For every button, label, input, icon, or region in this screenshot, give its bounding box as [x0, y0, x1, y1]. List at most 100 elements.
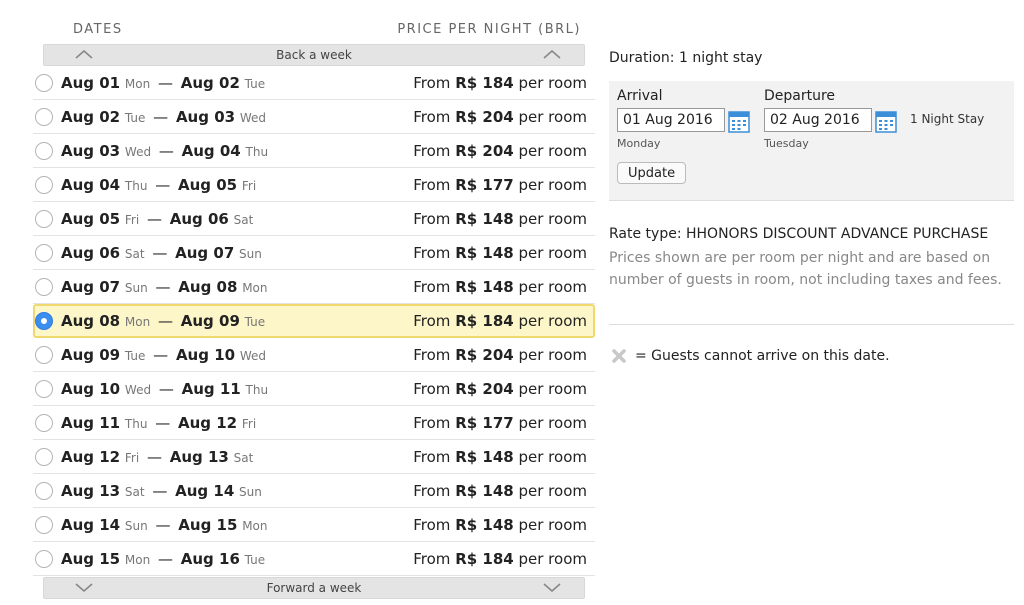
date-option-row[interactable]: Aug 08 Mon — Aug 09 Tue From R$ 184 per r… — [33, 304, 595, 338]
price-amount: R$ 184 — [455, 550, 514, 568]
price-amount: R$ 148 — [455, 516, 514, 534]
date-range: Aug 05 Fri — Aug 06 Sat — [61, 210, 253, 228]
check-out-weekday: Wed — [239, 349, 267, 363]
price-unit: per room — [518, 380, 588, 398]
range-dash: — — [153, 74, 178, 92]
radio-button[interactable] — [35, 244, 53, 262]
forward-a-week-button[interactable]: Forward a week — [43, 577, 585, 599]
price-unit: per room — [518, 108, 588, 126]
price-amount: R$ 148 — [455, 448, 514, 466]
date-option-row[interactable]: Aug 05 Fri — Aug 06 Sat From R$ 148 per r… — [33, 202, 595, 236]
radio-button[interactable] — [35, 516, 53, 534]
radio-button[interactable] — [35, 210, 53, 228]
check-in-date: Aug 07 — [61, 278, 121, 296]
radio-button[interactable] — [35, 312, 53, 330]
radio-button[interactable] — [35, 346, 53, 364]
date-option-row[interactable]: Aug 04 Thu — Aug 05 Fri From R$ 177 per r… — [33, 168, 595, 202]
price-unit: per room — [518, 550, 588, 568]
radio-button[interactable] — [35, 482, 53, 500]
range-dash: — — [153, 550, 178, 568]
price-amount: R$ 148 — [455, 482, 514, 500]
range-dash: — — [148, 108, 173, 126]
date-options-list: Aug 01 Mon — Aug 02 Tue From R$ 184 per r… — [33, 66, 595, 576]
check-out-date: Aug 06 — [169, 210, 229, 228]
chevron-up-icon — [72, 45, 96, 65]
price-prefix: From — [413, 550, 451, 568]
date-option-row[interactable]: Aug 09 Tue — Aug 10 Wed From R$ 204 per r… — [33, 338, 595, 372]
price-unit: per room — [518, 346, 588, 364]
departure-date-input[interactable] — [764, 108, 872, 132]
radio-button[interactable] — [35, 108, 53, 126]
check-in-weekday: Wed — [124, 145, 152, 159]
back-a-week-button[interactable]: Back a week — [43, 44, 585, 66]
nightly-price: From R$ 204 per room — [413, 380, 587, 398]
check-in-date: Aug 11 — [61, 414, 121, 432]
radio-button[interactable] — [35, 278, 53, 296]
price-unit: per room — [518, 142, 588, 160]
calendar-icon[interactable] — [728, 111, 750, 133]
check-out-weekday: Thu — [245, 145, 269, 159]
price-prefix: From — [413, 448, 451, 466]
check-in-date: Aug 12 — [61, 448, 121, 466]
check-in-weekday: Tue — [124, 349, 146, 363]
date-range: Aug 15 Mon — Aug 16 Tue — [61, 550, 265, 568]
check-out-date: Aug 03 — [175, 108, 236, 126]
check-out-date: Aug 09 — [180, 312, 240, 330]
range-dash: — — [142, 448, 167, 466]
price-prefix: From — [413, 142, 451, 160]
radio-button[interactable] — [35, 142, 53, 160]
check-in-date: Aug 03 — [61, 142, 121, 160]
arrival-date-input[interactable] — [617, 108, 725, 132]
date-option-row[interactable]: Aug 06 Sat — Aug 07 Sun From R$ 148 per r… — [33, 236, 595, 270]
check-out-weekday: Tue — [244, 553, 266, 567]
price-amount: R$ 204 — [455, 108, 514, 126]
calendar-icon[interactable] — [875, 111, 897, 133]
date-option-row[interactable]: Aug 15 Mon — Aug 16 Tue From R$ 184 per r… — [33, 542, 595, 576]
nightly-price: From R$ 204 per room — [413, 142, 587, 160]
range-dash: — — [150, 414, 175, 432]
radio-button[interactable] — [35, 380, 53, 398]
date-option-row[interactable]: Aug 02 Tue — Aug 03 Wed From R$ 204 per r… — [33, 100, 595, 134]
check-out-date: Aug 10 — [175, 346, 236, 364]
range-dash: — — [150, 516, 176, 534]
radio-button[interactable] — [35, 448, 53, 466]
nightly-price: From R$ 204 per room — [413, 108, 587, 126]
update-button[interactable]: Update — [617, 162, 687, 184]
check-out-date: Aug 12 — [178, 414, 238, 432]
date-option-row[interactable]: Aug 03 Wed — Aug 04 Thu From R$ 204 per r… — [33, 134, 595, 168]
radio-button[interactable] — [35, 74, 53, 92]
check-in-weekday: Tue — [124, 111, 146, 125]
price-amount: R$ 204 — [455, 380, 514, 398]
date-option-row[interactable]: Aug 10 Wed — Aug 11 Thu From R$ 204 per r… — [33, 372, 595, 406]
price-prefix: From — [413, 176, 451, 194]
price-prefix: From — [413, 108, 451, 126]
radio-button[interactable] — [35, 550, 53, 568]
date-range: Aug 02 Tue — Aug 03 Wed — [61, 108, 266, 126]
date-range: Aug 04 Thu — Aug 05 Fri — [61, 176, 256, 194]
price-unit: per room — [518, 278, 588, 296]
date-range: Aug 06 Sat — Aug 07 Sun — [61, 244, 262, 262]
check-out-date: Aug 16 — [180, 550, 240, 568]
radio-button[interactable] — [35, 414, 53, 432]
price-unit: per room — [518, 414, 588, 432]
check-out-weekday: Sat — [233, 213, 254, 227]
nightly-price: From R$ 184 per room — [413, 312, 587, 330]
date-option-row[interactable]: Aug 07 Sun — Aug 08 Mon From R$ 148 per r… — [33, 270, 595, 304]
date-option-row[interactable]: Aug 12 Fri — Aug 13 Sat From R$ 148 per r… — [33, 440, 595, 474]
night-count: 1 Night Stay — [910, 112, 985, 126]
price-amount: R$ 148 — [455, 210, 514, 228]
check-out-date: Aug 15 — [178, 516, 238, 534]
check-out-weekday: Mon — [242, 281, 268, 295]
date-option-row[interactable]: Aug 14 Sun — Aug 15 Mon From R$ 148 per r… — [33, 508, 595, 542]
check-in-date: Aug 02 — [61, 108, 121, 126]
date-range: Aug 14 Sun — Aug 15 Mon — [61, 516, 268, 534]
arrival-label: Arrival — [617, 88, 663, 104]
radio-button[interactable] — [35, 176, 53, 194]
date-option-row[interactable]: Aug 01 Mon — Aug 02 Tue From R$ 184 per r… — [33, 66, 595, 100]
date-option-row[interactable]: Aug 11 Thu — Aug 12 Fri From R$ 177 per r… — [33, 406, 595, 440]
check-in-date: Aug 04 — [61, 176, 121, 194]
range-dash: — — [154, 380, 179, 398]
nightly-price: From R$ 184 per room — [413, 74, 587, 92]
price-unit: per room — [518, 482, 588, 500]
date-option-row[interactable]: Aug 13 Sat — Aug 14 Sun From R$ 148 per r… — [33, 474, 595, 508]
